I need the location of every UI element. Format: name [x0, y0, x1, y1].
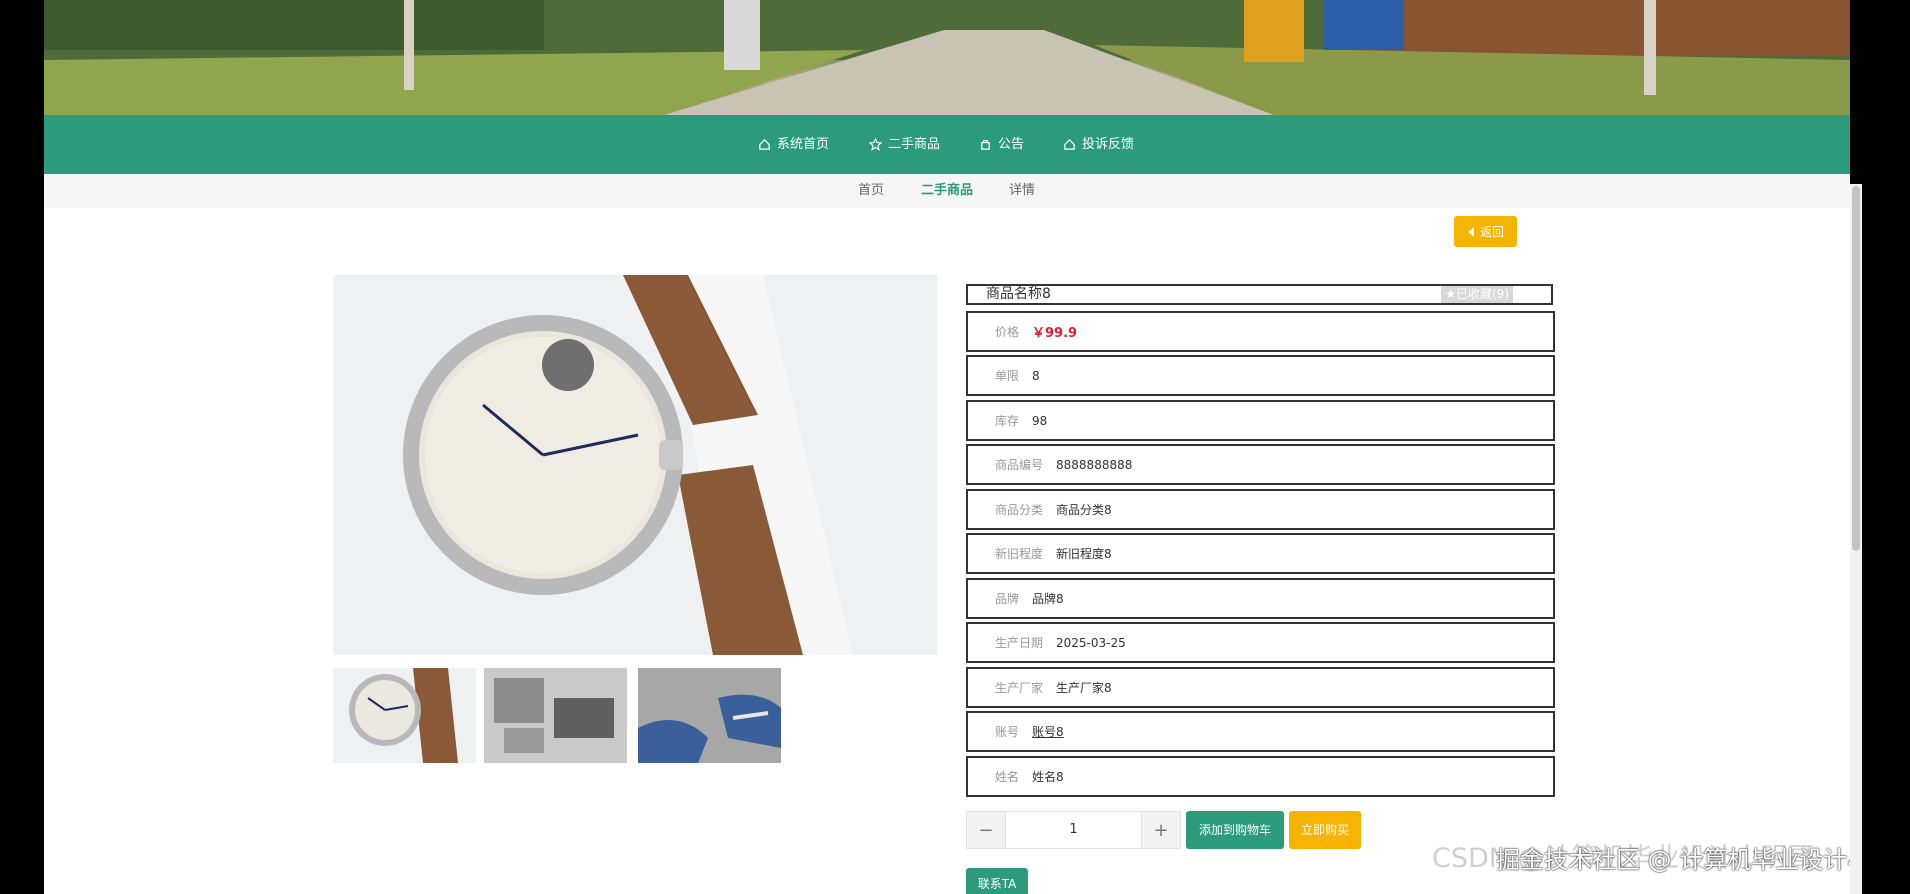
- field-label: 商品编号: [995, 458, 1044, 472]
- nav-item-home[interactable]: 系统首页: [758, 115, 829, 174]
- back-label: 返回: [1479, 225, 1504, 239]
- nav-label: 二手商品: [888, 137, 941, 152]
- watermark: 掘金技术社区 @ 计算机毕业设计小明哥: [1496, 846, 1850, 874]
- field-label: 账号: [995, 725, 1020, 739]
- breadcrumb-home[interactable]: 首页: [858, 174, 884, 208]
- increase-button[interactable]: +: [1142, 812, 1180, 848]
- field-brand: 品牌 品牌8: [966, 578, 1555, 619]
- field-value: 8888888888: [1056, 457, 1133, 472]
- thumbnail-3[interactable]: [638, 668, 781, 763]
- field-category: 商品分类 商品分类8: [966, 489, 1555, 530]
- page: 系统首页 二手商品 公告 投诉反馈 首页 二手商品 详情 返回 商品名称8 ★已…: [44, 0, 1850, 894]
- back-button[interactable]: 返回: [1454, 216, 1517, 247]
- favorite-button[interactable]: ★已收藏(9): [1441, 286, 1513, 303]
- nav-item-goods[interactable]: 二手商品: [869, 115, 940, 174]
- field-value: 98: [1032, 413, 1048, 428]
- home-icon: [759, 139, 770, 150]
- scrollbar-thumb[interactable]: [1852, 186, 1860, 551]
- caret-left-icon: [1467, 226, 1474, 237]
- nav-label: 系统首页: [777, 137, 830, 152]
- field-label: 新旧程度: [995, 547, 1044, 561]
- product-main-image[interactable]: [333, 275, 937, 655]
- decrease-button[interactable]: −: [967, 812, 1005, 848]
- nav-label: 投诉反馈: [1082, 137, 1135, 152]
- thumbnail-1[interactable]: [333, 668, 476, 763]
- field-price: 价格 ￥99.9: [966, 311, 1555, 352]
- thumbnail-2[interactable]: [484, 668, 627, 763]
- field-label: 库存: [995, 414, 1020, 428]
- buy-now-button[interactable]: 立即购买: [1289, 811, 1361, 849]
- field-manufacturer: 生产厂家 生产厂家8: [966, 667, 1555, 708]
- account-link[interactable]: 账号8: [1032, 723, 1064, 740]
- field-limit: 单限 8: [966, 355, 1555, 396]
- field-label: 生产厂家: [995, 681, 1044, 695]
- favorite-label: 已收藏(9): [1456, 287, 1509, 301]
- banner-image: [44, 0, 1850, 115]
- field-label: 生产日期: [995, 636, 1044, 650]
- field-value: 8: [1032, 368, 1040, 383]
- nav-item-notice[interactable]: 公告: [979, 115, 1024, 174]
- breadcrumb: 首页 二手商品 详情: [44, 174, 1850, 208]
- contact-button[interactable]: 联系TA: [966, 868, 1028, 894]
- field-value: 生产厂家8: [1056, 681, 1112, 695]
- field-label: 单限: [995, 369, 1020, 383]
- quantity-input[interactable]: 1: [1005, 812, 1142, 848]
- field-value: ￥99.9: [1032, 326, 1078, 341]
- field-value: 姓名8: [1032, 770, 1064, 784]
- field-account: 账号 账号8: [966, 711, 1555, 752]
- field-value: 新旧程度8: [1056, 547, 1112, 561]
- field-label: 品牌: [995, 592, 1020, 606]
- field-production-date: 生产日期 2025-03-25: [966, 622, 1555, 663]
- bag-icon: [981, 140, 990, 150]
- main-nav: 系统首页 二手商品 公告 投诉反馈: [44, 115, 1850, 174]
- field-name: 姓名 姓名8: [966, 756, 1555, 797]
- product-name: 商品名称8: [986, 286, 1051, 302]
- star-icon: [869, 138, 882, 151]
- nav-item-feedback[interactable]: 投诉反馈: [1063, 115, 1134, 174]
- field-label: 姓名: [995, 770, 1020, 784]
- field-product-code: 商品编号 8888888888: [966, 444, 1555, 485]
- product-title-row: 商品名称8 ★已收藏(9): [966, 284, 1553, 305]
- add-to-cart-button[interactable]: 添加到购物车: [1186, 811, 1284, 849]
- quantity-stepper: − 1 +: [966, 811, 1181, 849]
- scrollbar[interactable]: [1850, 184, 1862, 894]
- nav-label: 公告: [998, 137, 1025, 152]
- star-icon: ★: [1445, 287, 1456, 301]
- field-condition: 新旧程度 新旧程度8: [966, 533, 1555, 574]
- field-value: 商品分类8: [1056, 503, 1112, 517]
- field-value: 品牌8: [1032, 592, 1064, 606]
- breadcrumb-detail: 详情: [1009, 183, 1036, 198]
- field-label: 价格: [995, 325, 1020, 339]
- field-value: 2025-03-25: [1056, 635, 1126, 650]
- breadcrumb-goods[interactable]: 二手商品: [921, 174, 973, 208]
- field-label: 商品分类: [995, 503, 1044, 517]
- home-icon: [1064, 139, 1075, 150]
- field-stock: 库存 98: [966, 400, 1555, 441]
